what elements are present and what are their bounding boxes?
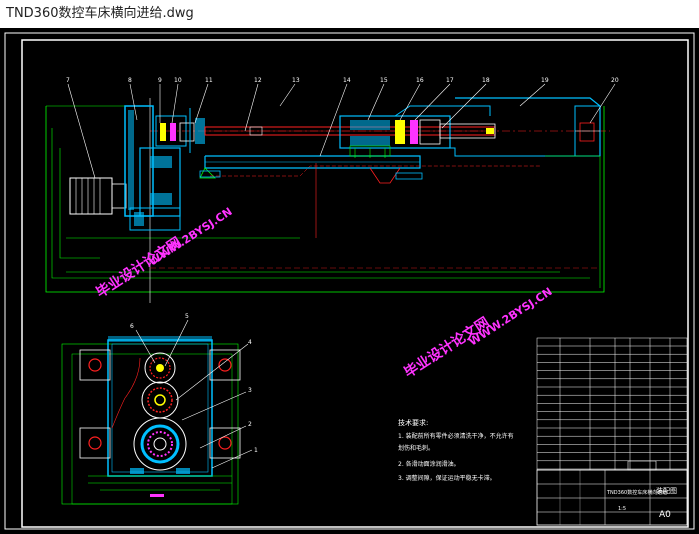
svg-text:14: 14 bbox=[343, 77, 351, 84]
svg-text:毕业设计论文网: 毕业设计论文网 bbox=[401, 314, 492, 382]
svg-text:3: 3 bbox=[248, 387, 252, 394]
svg-text:8: 8 bbox=[128, 77, 132, 84]
watermark-lower: 毕业设计论文网 bbox=[401, 314, 492, 382]
drawing-label: 装配图 bbox=[656, 486, 677, 495]
window-title-bar: TND360数控车床横向进给.dwg bbox=[0, 0, 699, 28]
svg-text:17: 17 bbox=[446, 77, 454, 84]
svg-text:1: 1 bbox=[254, 447, 258, 454]
svg-text:7: 7 bbox=[66, 77, 70, 84]
drawing-canvas[interactable]: 7 8 9 10 11 12 13 14 15 16 17 18 19 20 6… bbox=[0, 28, 699, 534]
callout-leaders-bottom bbox=[135, 319, 253, 469]
svg-text:13: 13 bbox=[292, 77, 300, 84]
callout-labels-bottom: 6 5 4 3 2 1 bbox=[130, 313, 258, 454]
drawing-scale: 1:5 bbox=[618, 506, 626, 512]
svg-text:4: 4 bbox=[248, 339, 252, 346]
svg-text:9: 9 bbox=[158, 77, 162, 84]
svg-text:10: 10 bbox=[174, 77, 182, 84]
svg-text:5: 5 bbox=[185, 313, 189, 320]
notes-line: 2. 各滑动面涂润滑油。 bbox=[398, 460, 460, 468]
svg-text:11: 11 bbox=[205, 77, 213, 84]
parts-list bbox=[536, 337, 688, 471]
notes-line: 3. 调整间隙，保证运动平稳无卡滞。 bbox=[398, 474, 496, 482]
svg-text:WWW.2BYSJ.CN: WWW.2BYSJ.CN bbox=[147, 205, 235, 268]
title-block: TND360数控车床横向进给 装配图 A0 1:5 bbox=[536, 460, 688, 526]
svg-text:2: 2 bbox=[248, 421, 252, 428]
svg-text:19: 19 bbox=[541, 77, 549, 84]
callout-labels-top: 7 8 9 10 11 12 13 14 15 16 17 18 19 20 bbox=[66, 77, 619, 84]
svg-text:16: 16 bbox=[416, 77, 424, 84]
svg-text:18: 18 bbox=[482, 77, 490, 84]
sheet-size: A0 bbox=[659, 510, 671, 520]
notes-line: 划伤和毛刺。 bbox=[398, 444, 434, 452]
notes-line: 1. 装配前所有零件必须清洗干净，不允许有 bbox=[398, 432, 514, 440]
cad-drawing: 7 8 9 10 11 12 13 14 15 16 17 18 19 20 6… bbox=[4, 32, 695, 530]
notes-heading: 技术要求: bbox=[398, 418, 428, 427]
svg-text:20: 20 bbox=[611, 77, 619, 84]
svg-text:15: 15 bbox=[380, 77, 388, 84]
technical-notes: 技术要求: 1. 装配前所有零件必须清洗干净，不允许有 划伤和毛刺。 2. 各滑… bbox=[398, 418, 514, 482]
svg-text:12: 12 bbox=[254, 77, 262, 84]
window-title: TND360数控车床横向进给.dwg bbox=[6, 6, 194, 21]
watermark-upper-site: WWW.2BYSJ.CN bbox=[147, 205, 235, 268]
gearbox-end-view bbox=[61, 336, 241, 505]
svg-text:6: 6 bbox=[130, 323, 134, 330]
